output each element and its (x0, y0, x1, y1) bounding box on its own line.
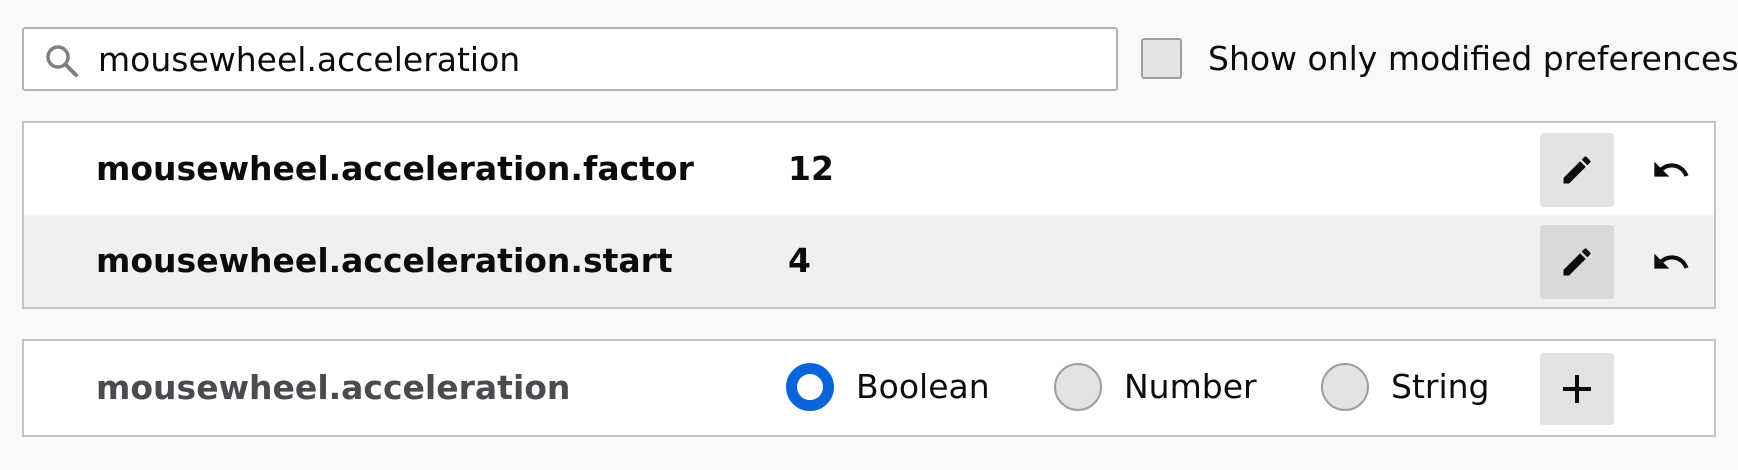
number-radio[interactable] (1054, 363, 1102, 411)
show-modified-checkbox[interactable] (1141, 38, 1182, 79)
show-modified-label[interactable]: Show only modified preferences (1208, 37, 1738, 81)
plus-icon (1563, 375, 1591, 403)
prefs-table: mousewheel.acceleration.factor 12 mousew… (22, 121, 1716, 309)
string-radio[interactable] (1321, 363, 1369, 411)
about-config-page: Show only modified preferences mousewhee… (0, 0, 1738, 470)
reset-button[interactable] (1634, 133, 1708, 207)
pref-name: mousewheel.acceleration.start (96, 241, 673, 280)
add-pref-row: mousewheel.acceleration Boolean Number S… (22, 339, 1716, 437)
undo-icon (1654, 161, 1689, 177)
boolean-radio[interactable] (786, 363, 834, 411)
pencil-icon (1563, 156, 1591, 184)
string-label[interactable]: String (1391, 361, 1489, 413)
reset-button[interactable] (1634, 225, 1708, 299)
pref-row: mousewheel.acceleration.factor 12 (24, 123, 1714, 215)
pencil-icon (1563, 248, 1591, 276)
new-pref-name: mousewheel.acceleration (96, 368, 571, 407)
pref-value[interactable]: 4 (788, 215, 811, 307)
pref-name: mousewheel.acceleration.factor (96, 149, 694, 188)
edit-button[interactable] (1540, 225, 1614, 299)
search-input[interactable] (98, 29, 1098, 89)
add-button[interactable] (1540, 353, 1614, 425)
number-label[interactable]: Number (1124, 361, 1257, 413)
pref-row: mousewheel.acceleration.start 4 (24, 215, 1714, 307)
edit-button[interactable] (1540, 133, 1614, 207)
search-icon (46, 45, 78, 77)
search-box[interactable] (22, 27, 1118, 91)
boolean-label[interactable]: Boolean (856, 361, 990, 413)
undo-icon (1654, 253, 1689, 269)
pref-value[interactable]: 12 (788, 123, 834, 215)
